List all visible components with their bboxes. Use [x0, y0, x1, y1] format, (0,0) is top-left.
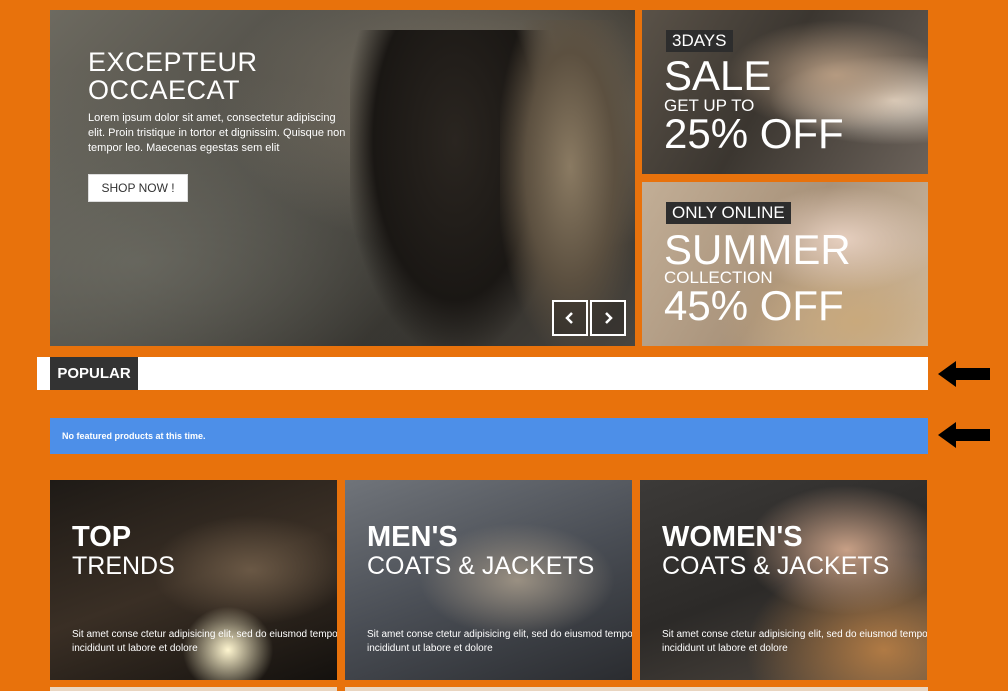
category-subtitle: COATS & JACKETS	[662, 552, 890, 580]
arrow-left-icon	[938, 422, 990, 448]
slider-next-button[interactable]	[590, 300, 626, 336]
popular-section-header	[37, 357, 928, 390]
category-tile-top-trends[interactable]: TOP TRENDS Sit amet conse ctetur adipisi…	[50, 480, 337, 680]
sale-banner[interactable]: 3DAYS SALE GET UP TO 25% OFF	[642, 10, 928, 174]
summer-banner[interactable]: ONLY ONLINE SUMMER COLLECTION 45% OFF	[642, 182, 928, 346]
banner-offer: 25% OFF	[664, 110, 844, 157]
category-tile-mens-coats[interactable]: MEN'S COATS & JACKETS Sit amet conse cte…	[345, 480, 632, 680]
category-title: WOMEN'S	[662, 521, 803, 553]
banner-offer: 45% OFF	[664, 282, 844, 329]
chevron-right-icon	[605, 312, 613, 324]
notice-text: No featured products at this time.	[62, 431, 206, 441]
category-description: Sit amet conse ctetur adipisicing elit, …	[662, 629, 927, 654]
category-tile-next-row	[345, 687, 928, 691]
hero-slider[interactable]: EXCEPTEUR OCCAECAT Lorem ipsum dolor sit…	[50, 10, 635, 346]
category-tile-next-row	[50, 687, 337, 691]
category-description: Sit amet conse ctetur adipisicing elit, …	[72, 629, 337, 654]
arrow-left-icon	[938, 361, 990, 387]
banner-headline: SALE	[664, 52, 772, 99]
category-description: Sit amet conse ctetur adipisicing elit, …	[367, 629, 632, 654]
slide-image-man	[500, 20, 635, 346]
banner-tag: 3DAYS	[666, 30, 733, 52]
shop-now-button[interactable]: SHOP NOW !	[88, 174, 188, 202]
category-title: MEN'S	[367, 521, 458, 553]
category-title: TOP	[72, 521, 132, 553]
category-subtitle: TRENDS	[72, 552, 175, 580]
slide-description: Lorem ipsum dolor sit amet, consectetur …	[88, 112, 346, 154]
category-tile-womens-coats[interactable]: WOMEN'S COATS & JACKETS Sit amet conse c…	[640, 480, 927, 680]
category-subtitle: COATS & JACKETS	[367, 552, 595, 580]
banner-headline: SUMMER	[664, 226, 851, 273]
slide-title-line1: EXCEPTEUR	[88, 47, 258, 77]
featured-products-notice: No featured products at this time.	[50, 418, 928, 454]
banner-tag: ONLY ONLINE	[666, 202, 791, 224]
tab-popular[interactable]: POPULAR	[50, 357, 138, 390]
slider-prev-button[interactable]	[552, 300, 588, 336]
slide-title-line2: OCCAECAT	[88, 75, 241, 105]
slide-title: EXCEPTEUR OCCAECAT	[88, 48, 328, 104]
chevron-left-icon	[565, 312, 573, 324]
